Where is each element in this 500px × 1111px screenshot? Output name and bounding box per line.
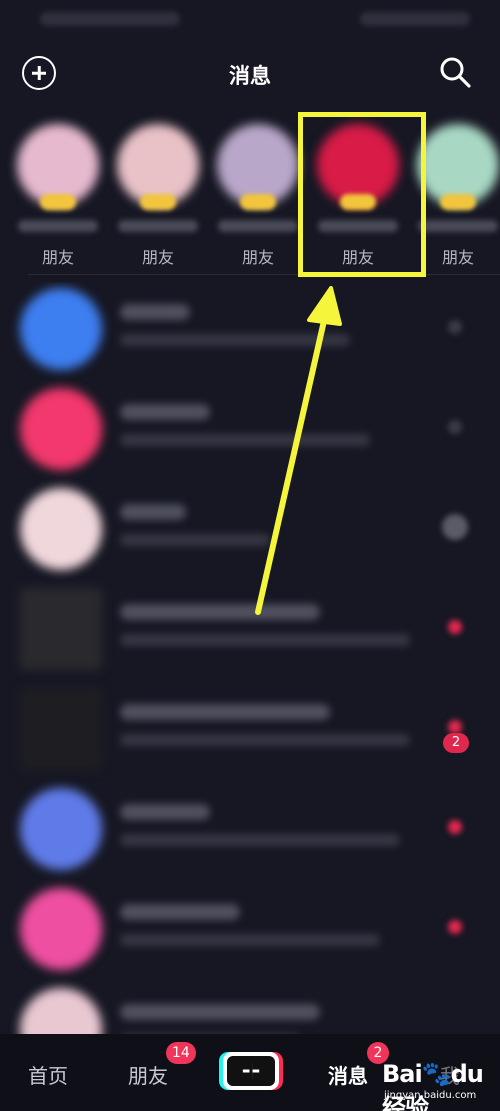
watermark-url: jingyan.baidu.com xyxy=(384,1090,477,1101)
conversation-title xyxy=(120,604,320,620)
conversation-preview xyxy=(120,534,270,546)
conversation-item[interactable] xyxy=(0,382,500,482)
header: 消息 xyxy=(0,48,500,100)
friend-label: 朋友 xyxy=(241,248,274,267)
friend-label: 朋友 xyxy=(141,248,174,267)
baidu-watermark: Bai🐾du经验 jingyan.baidu.com xyxy=(378,1050,498,1111)
friend-name xyxy=(218,220,298,232)
paw-icon: 🐾 xyxy=(421,1060,452,1088)
conversation-status-dot xyxy=(448,820,462,834)
conversation-preview xyxy=(120,334,350,346)
friend-badge xyxy=(140,194,176,210)
tab-messages[interactable]: 消息 xyxy=(328,1060,368,1089)
friend-badge xyxy=(440,194,476,210)
unread-count-badge: 2 xyxy=(443,733,469,753)
avatar xyxy=(20,788,102,870)
avatar xyxy=(20,488,102,570)
tab-friends[interactable]: 朋友 xyxy=(128,1060,168,1089)
friend-name xyxy=(118,220,198,232)
conversation-preview xyxy=(120,734,410,746)
friend-item[interactable]: 朋友 xyxy=(112,112,204,272)
conversation-title xyxy=(120,704,330,720)
conversation-item[interactable] xyxy=(0,882,500,982)
conversation-title xyxy=(120,304,190,320)
conversation-item[interactable] xyxy=(0,682,500,782)
friend-badge xyxy=(40,194,76,210)
plus-icon: + xyxy=(240,1056,262,1086)
avatar xyxy=(20,288,102,370)
status-right-blur xyxy=(360,12,470,26)
watermark-brand-a: Bai xyxy=(382,1060,423,1088)
tab-home[interactable]: 首页 xyxy=(28,1060,68,1089)
conversation-item[interactable] xyxy=(0,582,500,682)
conversation-status-dot xyxy=(448,420,462,434)
status-left-blur xyxy=(40,12,180,26)
conversation-preview xyxy=(120,834,400,846)
friend-item[interactable]: 朋友 xyxy=(212,112,304,272)
page-title: 消息 xyxy=(229,64,271,88)
friend-item[interactable]: 朋友 xyxy=(12,112,104,272)
watermark-logo: Bai🐾du经验 xyxy=(382,1060,498,1111)
conversation-status-dot xyxy=(448,620,462,634)
avatar xyxy=(20,888,102,970)
divider xyxy=(28,274,500,275)
conversation-title xyxy=(120,804,210,820)
conversation-preview xyxy=(120,934,380,946)
conversation-item[interactable] xyxy=(0,782,500,882)
friend-badge xyxy=(240,194,276,210)
conversation-preview xyxy=(120,434,370,446)
conversation-status-dot xyxy=(448,920,462,934)
conversation-item[interactable] xyxy=(0,982,500,1034)
search-icon[interactable] xyxy=(437,54,473,90)
conversation-status-dot xyxy=(442,514,468,540)
conversation-item[interactable] xyxy=(0,282,500,382)
conversation-item[interactable] xyxy=(0,482,500,582)
avatar xyxy=(20,688,102,770)
avatar xyxy=(20,988,102,1034)
friend-name xyxy=(18,220,98,232)
friends-badge: 14 xyxy=(166,1042,196,1064)
avatar xyxy=(20,388,102,470)
create-button[interactable]: + xyxy=(223,1052,279,1090)
conversation-status-dot xyxy=(448,720,462,734)
conversation-preview xyxy=(120,634,410,646)
create-button-inner: + xyxy=(227,1056,275,1086)
conversation-list xyxy=(0,282,500,1034)
avatar xyxy=(20,588,102,670)
watermark-brand-paw: du xyxy=(450,1060,484,1088)
status-bar xyxy=(0,0,500,40)
conversation-title xyxy=(120,404,210,420)
highlight-box xyxy=(298,112,426,277)
friend-name xyxy=(418,220,498,232)
friend-label: 朋友 xyxy=(41,248,74,267)
conversation-title xyxy=(120,1004,320,1020)
conversation-title xyxy=(120,504,186,520)
conversation-status-dot xyxy=(448,320,462,334)
conversation-title xyxy=(120,904,240,920)
